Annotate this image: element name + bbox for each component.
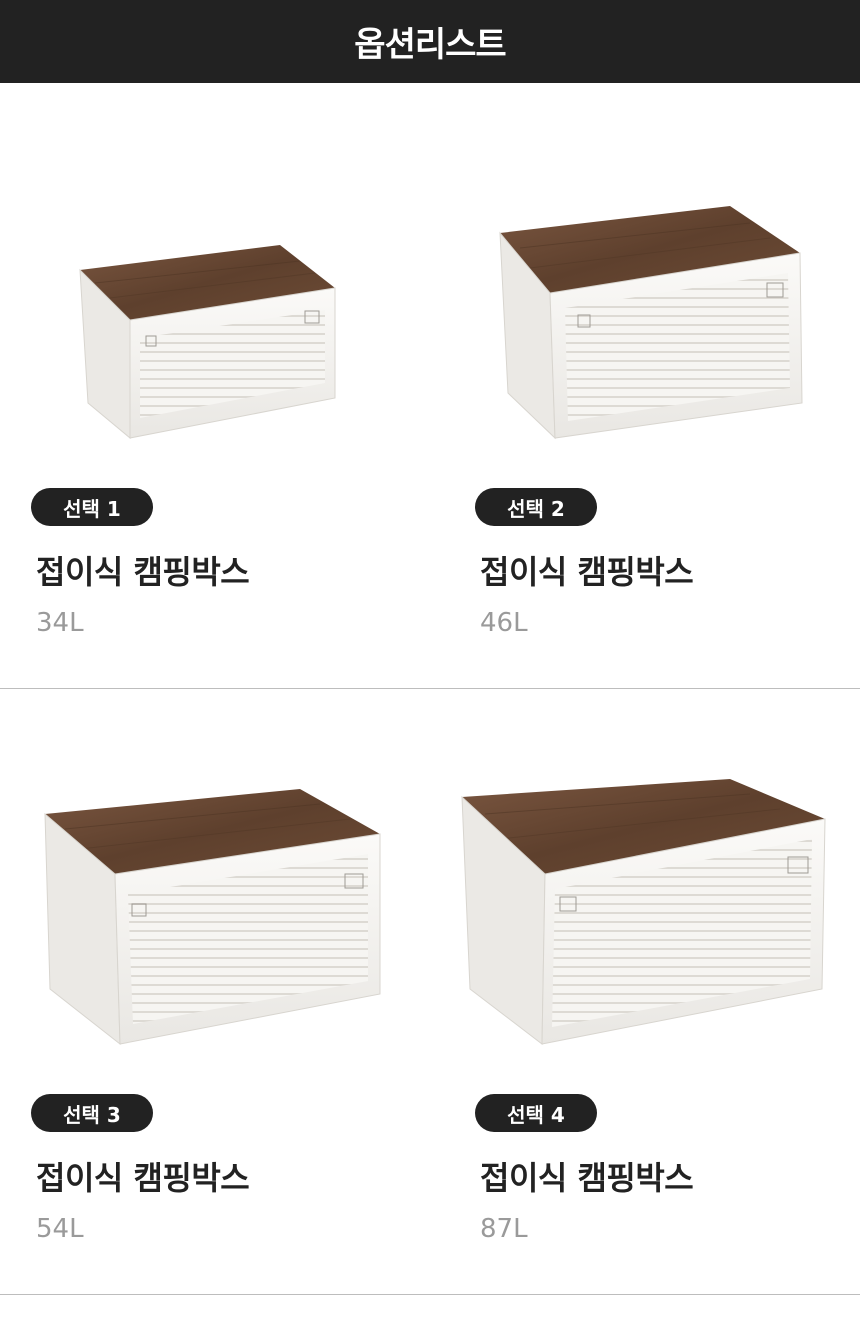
product-name: 접이식 캠핑박스: [36, 1159, 250, 1197]
row-divider: [0, 1294, 860, 1295]
option-badge: 선택 2: [475, 488, 597, 526]
option-badge: 선택 1: [31, 488, 153, 526]
product-capacity: 46L: [480, 608, 528, 638]
product-name: 접이식 캠핑박스: [36, 553, 250, 591]
options-row-1: 선택 1 접이식 캠핑박스 34L 선택 2 접이식 캠핑박스 46L: [0, 83, 860, 689]
product-image-87l: [461, 779, 826, 1045]
option-badge: 선택 4: [475, 1094, 597, 1132]
options-row-2: 선택 3 접이식 캠핑박스 54L 선택 4 접이식 캠핑박스 87L: [0, 689, 860, 1295]
product-name: 접이식 캠핑박스: [480, 553, 694, 591]
page-title: 옵션리스트: [354, 25, 506, 65]
option-card-2[interactable]: 선택 2 접이식 캠핑박스 46L: [430, 83, 860, 689]
product-capacity: 34L: [36, 608, 84, 638]
option-card-3[interactable]: 선택 3 접이식 캠핑박스 54L: [0, 689, 430, 1295]
product-capacity: 54L: [36, 1214, 84, 1244]
option-card-4[interactable]: 선택 4 접이식 캠핑박스 87L: [430, 689, 860, 1295]
product-capacity: 87L: [480, 1214, 528, 1244]
options-header: 옵션리스트: [0, 0, 860, 83]
product-name: 접이식 캠핑박스: [480, 1159, 694, 1197]
product-image-34l: [79, 245, 336, 440]
option-badge: 선택 3: [31, 1094, 153, 1132]
product-image-54l: [44, 789, 381, 1046]
option-card-1[interactable]: 선택 1 접이식 캠핑박스 34L: [0, 83, 430, 689]
product-image-46l: [499, 206, 803, 440]
